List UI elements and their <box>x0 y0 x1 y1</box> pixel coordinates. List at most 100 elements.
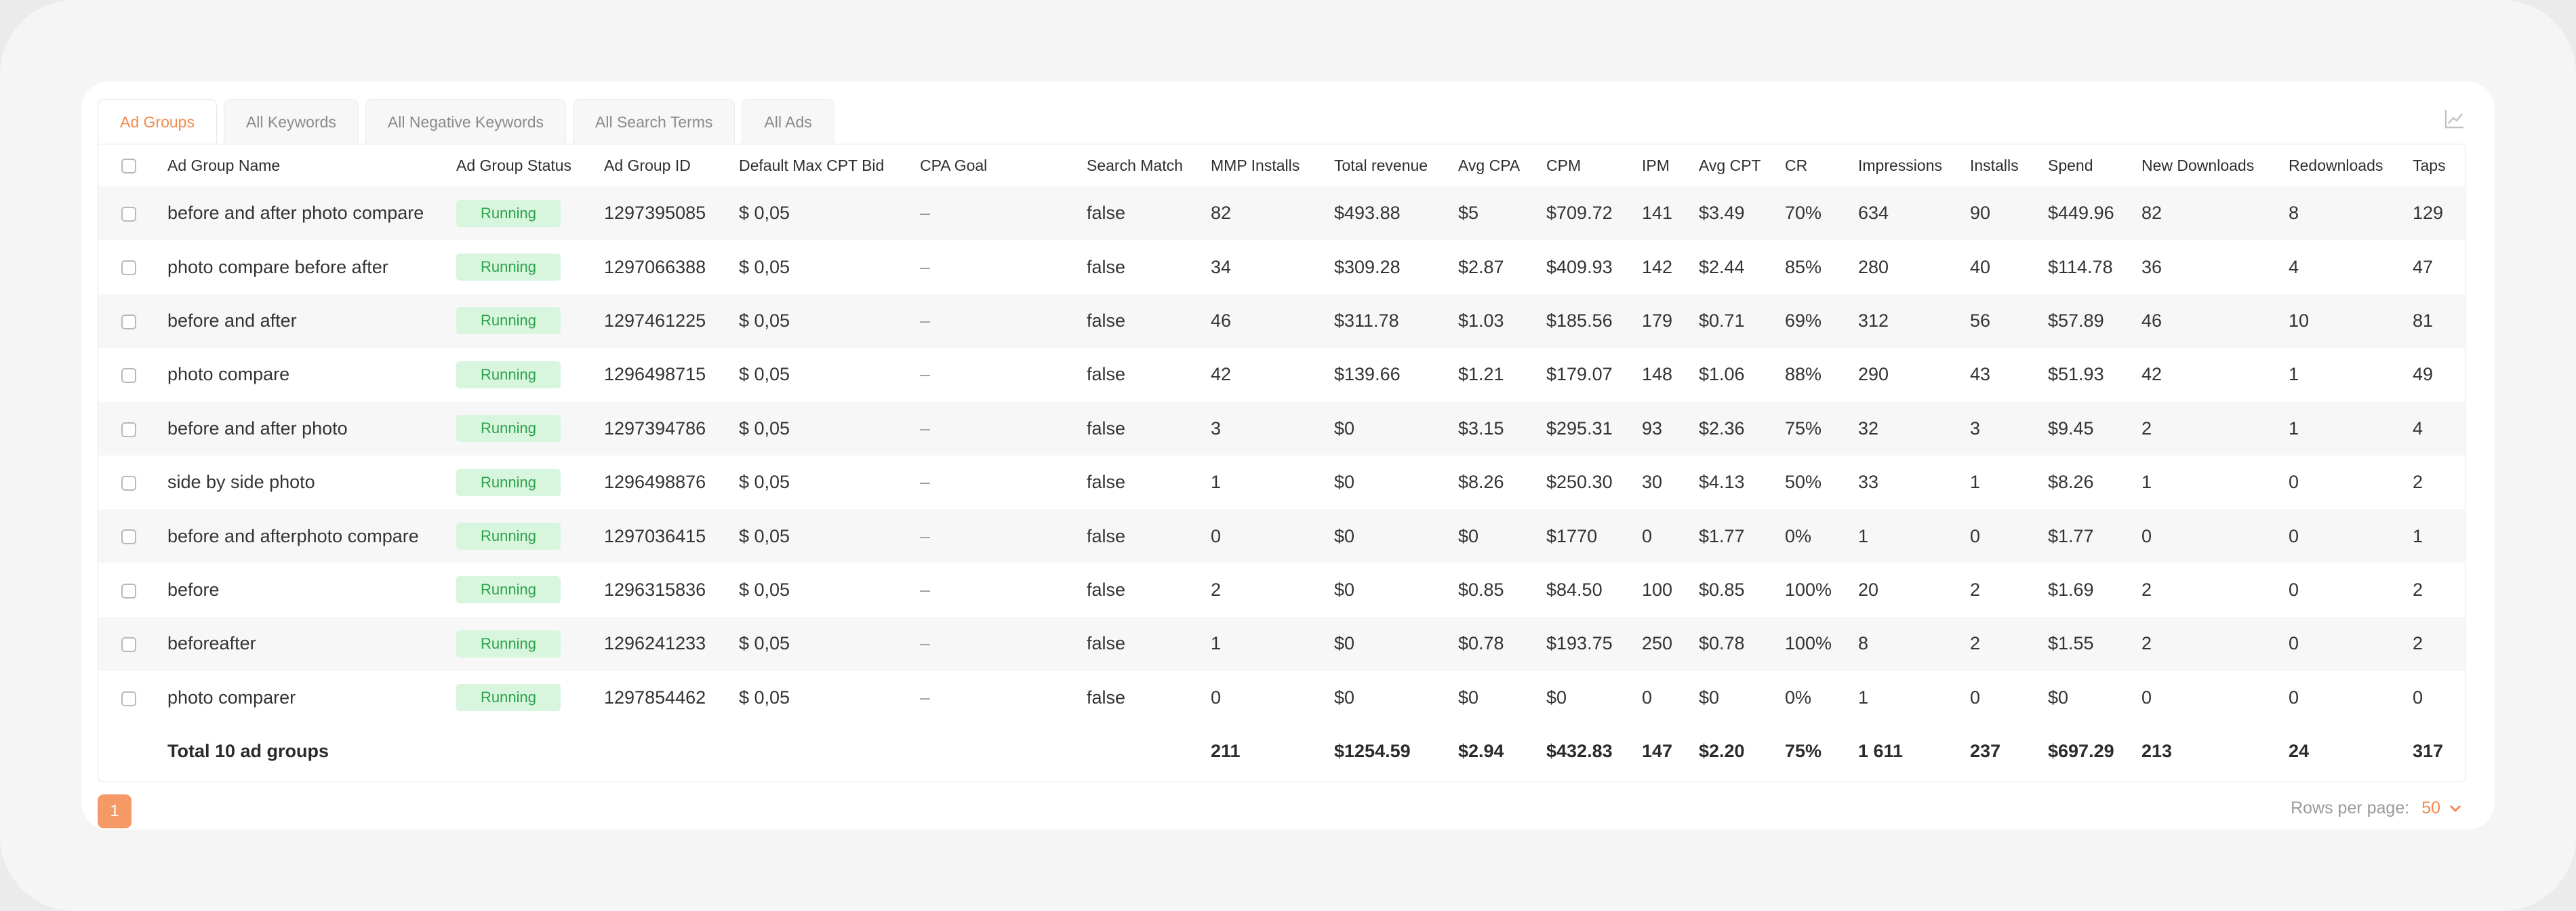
tab-ad-groups[interactable]: Ad Groups <box>98 99 217 144</box>
table-cell: before and after photo <box>162 401 451 456</box>
status-badge: Running <box>456 361 561 388</box>
table-cell: $2.87 <box>1458 256 1504 277</box>
column-header[interactable]: Impressions <box>1853 144 1965 186</box>
table-row[interactable]: side by side photo Running 1296498876 $ 0,0… <box>98 456 2465 509</box>
table-cell: 1297066388 <box>604 256 706 277</box>
column-header[interactable]: Redownloads <box>2283 144 2407 186</box>
row-checkbox[interactable] <box>121 691 136 706</box>
table-row[interactable]: photo compare before after Running 1297066… <box>98 240 2465 293</box>
column-header[interactable]: Total revenue <box>1329 144 1453 186</box>
table-cell: $295.31 <box>1541 401 1636 456</box>
table-row[interactable]: before Running 1296315836 $ 0,05 – false 2 $0 $0… <box>98 563 2465 617</box>
column-header[interactable]: CPA Goal <box>914 144 1081 186</box>
table-cell: 2 <box>1970 579 1981 600</box>
table-row[interactable]: photo comparer Running 1297854462 $ 0,05 – fa… <box>98 671 2465 725</box>
column-header[interactable]: Avg CPT <box>1693 144 1779 186</box>
row-checkbox[interactable] <box>121 207 136 222</box>
chart-icon[interactable] <box>2440 106 2468 133</box>
table-cell: Running <box>451 563 599 617</box>
table-cell: $0 <box>1546 687 1567 708</box>
table-cell: photo compare before after <box>167 256 388 277</box>
table-cell: $3.15 <box>1453 401 1541 456</box>
table-cell: $2.44 <box>1699 256 1745 277</box>
column-header[interactable]: Installs <box>1965 144 2042 186</box>
table-cell: 2 <box>2136 617 2283 671</box>
table-cell: $409.93 <box>1546 256 1613 277</box>
table-cell: $139.66 <box>1334 364 1401 385</box>
table-cell: $1.77 <box>2042 509 2136 563</box>
table-cell: Running <box>451 348 599 401</box>
table-cell: 4 <box>2289 256 2299 277</box>
row-select-cell <box>98 293 162 348</box>
table-row[interactable]: photo compare Running 1296498715 $ 0,05 – fal… <box>98 348 2465 401</box>
column-header[interactable]: MMP Installs <box>1205 144 1329 186</box>
table-cell: 0 <box>1205 509 1329 563</box>
row-checkbox[interactable] <box>121 368 136 384</box>
column-header[interactable]: Avg CPA <box>1453 144 1541 186</box>
table-cell: $0.85 <box>1458 579 1504 600</box>
column-header[interactable]: Default Max CPT Bid <box>733 144 914 186</box>
column-header[interactable]: CR <box>1779 144 1853 186</box>
column-header[interactable]: Ad Group Name <box>162 144 451 186</box>
column-header[interactable]: Spend <box>2042 144 2136 186</box>
tab-all-keywords[interactable]: All Keywords <box>223 99 359 144</box>
table-cell: $0 <box>1458 687 1479 708</box>
table-row[interactable]: beforeafter Running 1296241233 $ 0,05– false… <box>98 617 2465 671</box>
table-cell: 34 <box>1211 256 1232 277</box>
table-cell: $ 0,05 <box>739 687 790 708</box>
table-cell: $ 0,05 <box>733 293 914 348</box>
table-cell: 1296498876 <box>604 472 706 493</box>
column-header[interactable]: Taps <box>2407 144 2465 186</box>
table-cell: Running <box>451 401 599 456</box>
table-cell: $0.71 <box>1693 293 1779 348</box>
table-cell: $0.85 <box>1699 579 1745 600</box>
table-body: before and after photo compare Running 129… <box>98 186 2465 725</box>
table-row[interactable]: before and after photo compare Running 129… <box>98 186 2465 241</box>
row-checkbox[interactable] <box>121 529 136 545</box>
tab-all-ads[interactable]: All Ads <box>742 99 834 144</box>
row-checkbox[interactable] <box>121 583 136 599</box>
table-cell: 148 <box>1642 364 1673 385</box>
column-header[interactable]: Search Match <box>1081 144 1205 186</box>
table-cell: $311.78 <box>1329 293 1453 348</box>
row-checkbox[interactable] <box>121 422 136 437</box>
column-header[interactable]: IPM <box>1636 144 1693 186</box>
table-cell: 50% <box>1785 472 1822 493</box>
table-cell: 0 <box>1965 509 2042 563</box>
tab-all-search-terms[interactable]: All Search Terms <box>573 99 736 144</box>
row-checkbox[interactable] <box>121 314 136 329</box>
column-header[interactable]: Ad Group ID <box>599 144 733 186</box>
tab-all-negative-keywords[interactable]: All Negative Keywords <box>365 99 566 144</box>
row-checkbox[interactable] <box>121 260 136 276</box>
select-all-cell <box>98 144 162 186</box>
page-1-button[interactable]: 1 <box>98 794 132 828</box>
column-header[interactable]: CPM <box>1541 144 1636 186</box>
totals-cell: 317 <box>2413 741 2444 762</box>
table-cell: 179 <box>1636 293 1693 348</box>
column-header[interactable]: Ad Group Status <box>451 144 599 186</box>
table-cell: $9.45 <box>2042 401 2136 456</box>
row-select-cell <box>98 186 162 241</box>
column-header[interactable]: New Downloads <box>2136 144 2283 186</box>
table-cell: 1296498715 <box>604 364 706 385</box>
table-cell: 1296241233 <box>599 617 733 671</box>
select-all-checkbox[interactable] <box>121 159 136 174</box>
row-checkbox[interactable] <box>121 637 136 653</box>
rows-per-page-select[interactable]: 50 <box>2421 798 2462 818</box>
table-row[interactable]: before and after Running 1297461225 $ 0,05–… <box>98 293 2465 348</box>
table-cell: 47 <box>2413 256 2434 277</box>
table-cell: 46 <box>1205 293 1329 348</box>
table-cell: $ 0,05 <box>739 364 790 385</box>
table-cell: 82 <box>1205 186 1329 241</box>
table-cell: $449.96 <box>2042 186 2136 241</box>
rows-per-page-control: Rows per page: 50 <box>2291 798 2462 818</box>
table-row[interactable]: before and after photo Running 1297394786 $… <box>98 401 2465 456</box>
table-cell: 90 <box>1965 186 2042 241</box>
row-checkbox[interactable] <box>121 476 136 491</box>
table-cell: $ 0,05 <box>739 579 790 600</box>
table-cell: 2 <box>2413 472 2423 493</box>
table-cell: $309.28 <box>1334 256 1401 277</box>
totals-cell: 237 <box>1970 741 2001 762</box>
ad-groups-table-container[interactable]: Ad Group Name Ad Group Status Ad Group I… <box>98 144 2466 782</box>
table-row[interactable]: before and afterphoto compare Running 1297… <box>98 509 2465 563</box>
